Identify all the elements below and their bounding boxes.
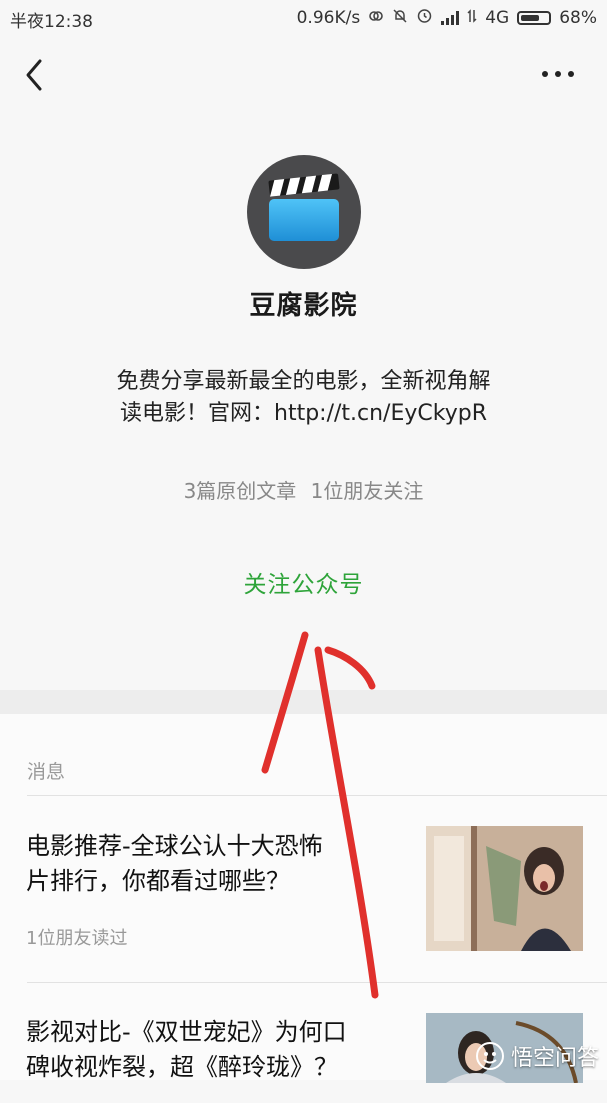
article-read-count: 1位朋友读过 xyxy=(26,928,128,949)
network-type: 4G xyxy=(485,7,510,28)
article-title-line: 影视对比-《双世宠妃》为何口 xyxy=(26,1018,347,1046)
follow-account-button[interactable]: 关注公众号 xyxy=(0,565,607,599)
description-line: 免费分享最新最全的电影，全新视角解 xyxy=(116,369,491,394)
chevron-left-icon xyxy=(26,59,42,91)
back-button[interactable] xyxy=(18,55,54,95)
article-title-line: 片排行，你都看过哪些？ xyxy=(26,867,290,895)
friends-following-count: 1位朋友关注 xyxy=(310,479,424,503)
messages-section: 消息 电影推荐-全球公认十大恐怖 片排行，你都看过哪些？ 1位朋友读过 影视对比 xyxy=(0,714,607,1083)
section-divider xyxy=(0,690,607,714)
account-name: 豆腐影院 xyxy=(249,291,358,321)
data-transfer-icon xyxy=(467,8,477,28)
mute-bell-icon xyxy=(392,8,408,28)
battery-icon xyxy=(517,10,552,25)
article-title-line: 电影推荐-全球公认十大恐怖 xyxy=(26,832,323,860)
wukong-watermark: 悟空问答 xyxy=(475,1040,599,1072)
article-title: 影视对比-《双世宠妃》为何口 碑收视炸裂，超《醉玲珑》？ xyxy=(26,1015,406,1085)
article-thumbnail xyxy=(426,826,583,951)
signal-icon xyxy=(441,10,460,25)
status-indicators: 0.96K/s 4G 68% xyxy=(297,7,597,28)
wukong-logo-icon xyxy=(475,1042,504,1070)
sync-icon xyxy=(368,8,384,28)
alarm-icon xyxy=(416,7,433,28)
status-time: 半夜12:38 xyxy=(10,12,93,32)
status-bar: 半夜12:38 0.96K/s 4G 68% xyxy=(0,0,607,36)
original-articles-count: 3篇原创文章 xyxy=(183,479,297,503)
article-item[interactable]: 电影推荐-全球公认十大恐怖 片排行，你都看过哪些？ 1位朋友读过 xyxy=(0,796,607,982)
more-button[interactable] xyxy=(539,66,579,82)
network-speed: 0.96K/s xyxy=(296,7,361,28)
account-stats: 3篇原创文章 1位朋友关注 xyxy=(0,475,607,504)
description-line: 读电影！官网：http://t.cn/EyCkypR xyxy=(120,401,487,426)
messages-section-label: 消息 xyxy=(27,761,66,783)
more-dots-icon xyxy=(542,71,574,77)
article-title: 电影推荐-全球公认十大恐怖 片排行，你都看过哪些？ xyxy=(26,829,406,899)
watermark-text: 悟空问答 xyxy=(510,1046,599,1071)
account-avatar xyxy=(247,155,361,269)
account-description: 免费分享最新最全的电影，全新视角解 读电影！官网：http://t.cn/EyC… xyxy=(60,366,547,430)
clapperboard-icon xyxy=(268,173,340,241)
battery-percent: 68% xyxy=(559,7,597,28)
